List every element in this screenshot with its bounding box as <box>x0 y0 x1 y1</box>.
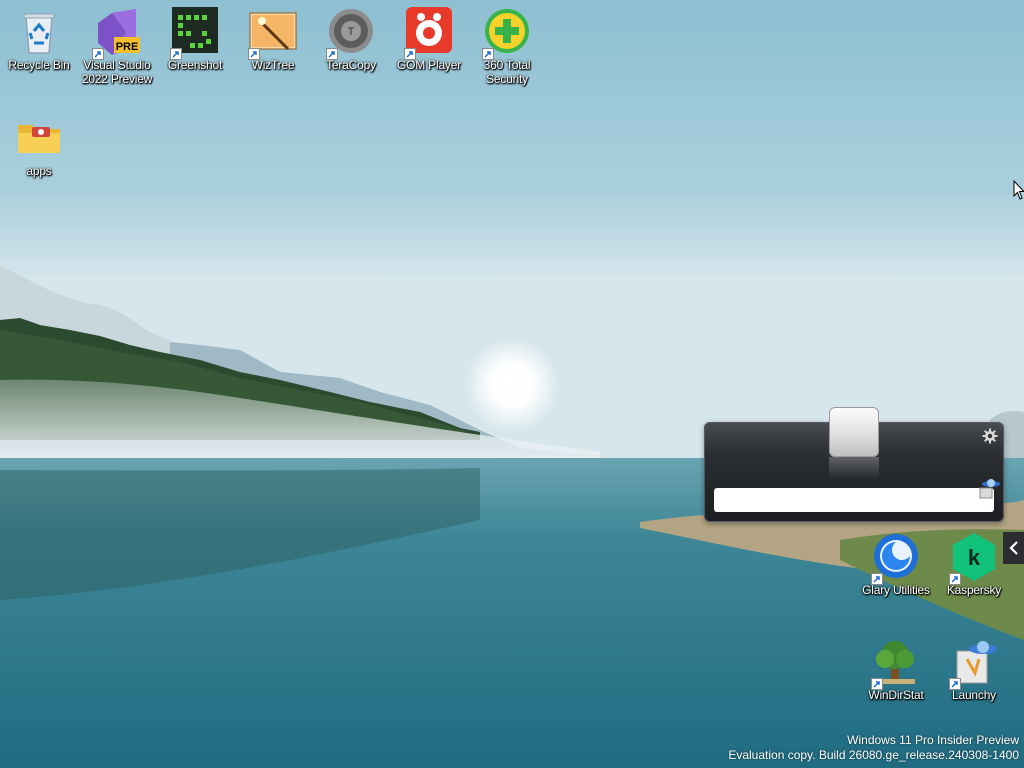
desktop-icon-greenshot[interactable]: Greenshot <box>156 7 234 72</box>
icon-label: 360 Total Security <box>483 58 531 86</box>
icon-label: Glary Utilities <box>862 583 930 597</box>
shortcut-arrow-icon <box>248 48 260 60</box>
launchy-panel[interactable] <box>704 407 1004 522</box>
desktop-icon-gom-player[interactable]: GOM Player <box>390 7 468 72</box>
icon-label: Launchy <box>952 688 996 702</box>
shortcut-arrow-icon <box>170 48 182 60</box>
icon-label: apps <box>26 164 52 178</box>
desktop-icon-teracopy[interactable]: T TeraCopy <box>312 7 390 72</box>
icon-label: WizTree <box>251 58 295 72</box>
desktop-icon-launchy[interactable]: Launchy <box>935 637 1013 702</box>
icon-label: Greenshot <box>167 58 223 72</box>
launchy-drag-handle[interactable] <box>829 407 879 457</box>
launchy-icon <box>949 637 999 690</box>
desktop-icon-windirstat[interactable]: WinDirStat <box>857 637 935 702</box>
shortcut-arrow-icon <box>92 48 104 60</box>
360-security-icon <box>482 7 532 60</box>
shortcut-arrow-icon <box>482 48 494 60</box>
launchy-knob-reflection <box>829 457 879 479</box>
desktop-icon-glary-utilities[interactable]: Glary Utilities <box>857 532 935 597</box>
desktop-icon-apps-folder[interactable]: apps <box>0 113 78 178</box>
desktop-icon-kaspersky[interactable]: k Kaspersky <box>935 532 1013 597</box>
folder-icon <box>14 113 64 163</box>
chevron-left-icon[interactable] <box>1003 532 1024 564</box>
greenshot-icon <box>170 7 220 60</box>
icon-label: Visual Studio 2022 Preview <box>81 58 153 86</box>
shortcut-arrow-icon <box>871 678 883 690</box>
gom-player-icon <box>404 7 454 60</box>
windirstat-icon <box>871 637 921 690</box>
desktop-icon-360-total-security[interactable]: 360 Total Security <box>468 7 546 86</box>
visual-studio-icon: PRE <box>92 7 142 60</box>
watermark-build: Evaluation copy. Build 26080.ge_release.… <box>728 748 1019 762</box>
launchy-satellite-icon <box>979 479 1000 499</box>
recycle-bin-icon <box>14 7 64 57</box>
watermark-edition: Windows 11 Pro Insider Preview <box>847 733 1019 747</box>
shortcut-arrow-icon <box>871 573 883 585</box>
mouse-cursor-icon <box>1013 180 1024 200</box>
icon-label: TeraCopy <box>326 58 376 72</box>
shortcut-arrow-icon <box>949 678 961 690</box>
shortcut-arrow-icon <box>326 48 338 60</box>
launchy-search-input[interactable] <box>714 488 994 512</box>
icon-label: Recycle Bin <box>8 58 70 72</box>
shortcut-arrow-icon <box>949 573 961 585</box>
shortcut-arrow-icon <box>404 48 416 60</box>
svg-text:T: T <box>348 26 355 38</box>
icon-label: Kaspersky <box>946 583 1002 597</box>
kaspersky-icon: k <box>949 532 999 585</box>
icon-label: GOM Player <box>396 58 461 72</box>
svg-text:k: k <box>968 545 981 570</box>
icon-label: WinDirStat <box>868 688 924 702</box>
wiztree-icon <box>248 7 298 60</box>
desktop-icon-wiztree[interactable]: WizTree <box>234 7 312 72</box>
desktop-icon-recycle-bin[interactable]: Recycle Bin <box>0 7 78 72</box>
windows-evaluation-watermark: Windows 11 Pro Insider Preview Evaluatio… <box>728 733 1019 763</box>
desktop-icon-visual-studio[interactable]: PRE Visual Studio 2022 Preview <box>78 7 156 86</box>
teracopy-icon: T <box>326 7 376 60</box>
pre-badge: PRE <box>116 41 139 53</box>
gear-icon[interactable] <box>982 428 998 444</box>
glary-utilities-icon <box>871 532 921 585</box>
